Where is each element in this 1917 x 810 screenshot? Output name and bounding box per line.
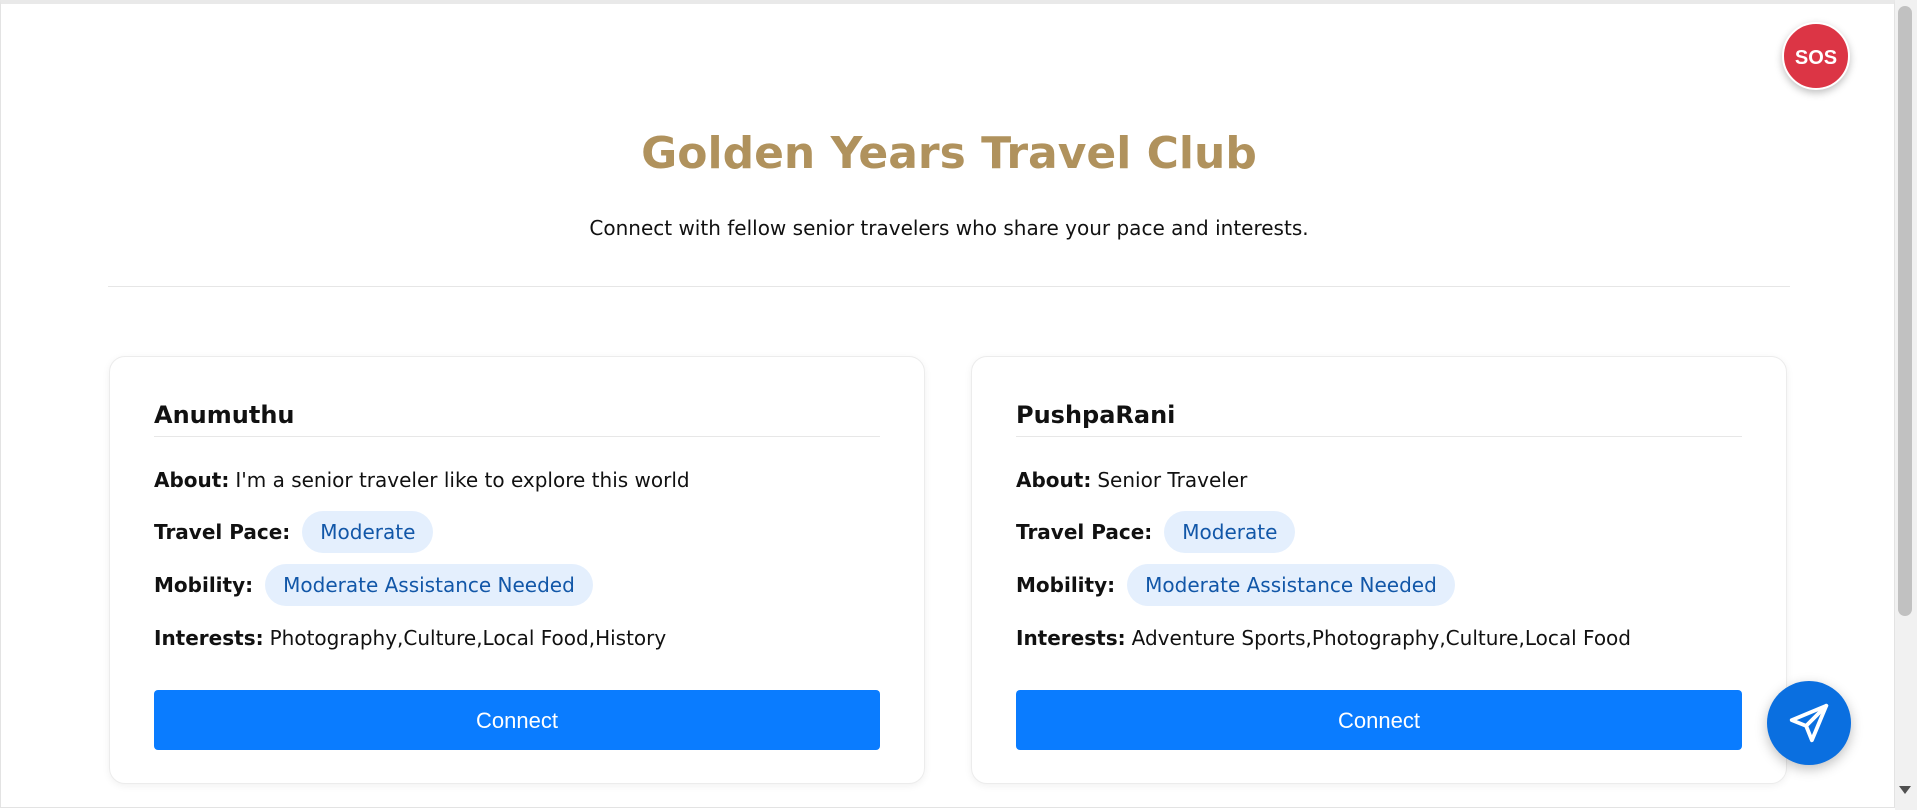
traveler-card: Anumuthu About: I'm a senior traveler li… [109, 356, 925, 784]
interests-label: Interests: [154, 626, 264, 650]
traveler-name: PushpaRani [1016, 401, 1176, 429]
connect-button[interactable]: Connect [154, 690, 880, 750]
send-message-button[interactable] [1767, 681, 1851, 765]
travel-pace-row: Travel Pace: Moderate [154, 510, 434, 554]
travel-pace-label: Travel Pace: [154, 520, 291, 544]
interests-label: Interests: [1016, 626, 1126, 650]
travel-pace-row: Travel Pace: Moderate [1016, 510, 1296, 554]
mobility-row: Mobility: Moderate Assistance Needed [1016, 563, 1455, 607]
about-row: About: Senior Traveler [1016, 458, 1247, 502]
interests-row: Interests: Photography,Culture,Local Foo… [154, 616, 666, 660]
connect-button[interactable]: Connect [1016, 690, 1742, 750]
mobility-row: Mobility: Moderate Assistance Needed [154, 563, 593, 607]
mobility-badge: Moderate Assistance Needed [1127, 564, 1455, 606]
scroll-down-arrow-icon[interactable] [1899, 786, 1911, 794]
traveler-name: Anumuthu [154, 401, 295, 429]
about-value: Senior Traveler [1097, 468, 1248, 492]
about-label: About: [1016, 468, 1092, 492]
sos-button[interactable]: SOS [1782, 22, 1850, 90]
about-row: About: I'm a senior traveler like to exp… [154, 458, 690, 502]
travel-pace-label: Travel Pace: [1016, 520, 1153, 544]
travel-pace-badge: Moderate [302, 511, 434, 553]
traveler-card: PushpaRani About: Senior Traveler Travel… [971, 356, 1787, 784]
card-divider [1016, 436, 1742, 437]
send-icon [1789, 703, 1829, 743]
travel-pace-badge: Moderate [1164, 511, 1296, 553]
about-label: About: [154, 468, 230, 492]
card-divider [154, 436, 880, 437]
mobility-badge: Moderate Assistance Needed [265, 564, 593, 606]
page-title: Golden Years Travel Club [641, 128, 1257, 179]
interests-value: Photography,Culture,Local Food,History [269, 626, 667, 650]
interests-row: Interests: Adventure Sports,Photography,… [1016, 616, 1631, 660]
page-subtitle: Connect with fellow senior travelers who… [589, 216, 1309, 240]
about-value: I'm a senior traveler like to explore th… [235, 468, 690, 492]
header-divider [108, 286, 1790, 287]
mobility-label: Mobility: [1016, 573, 1116, 597]
scrollbar-thumb[interactable] [1898, 6, 1912, 616]
interests-value: Adventure Sports,Photography,Culture,Loc… [1131, 626, 1631, 650]
mobility-label: Mobility: [154, 573, 254, 597]
